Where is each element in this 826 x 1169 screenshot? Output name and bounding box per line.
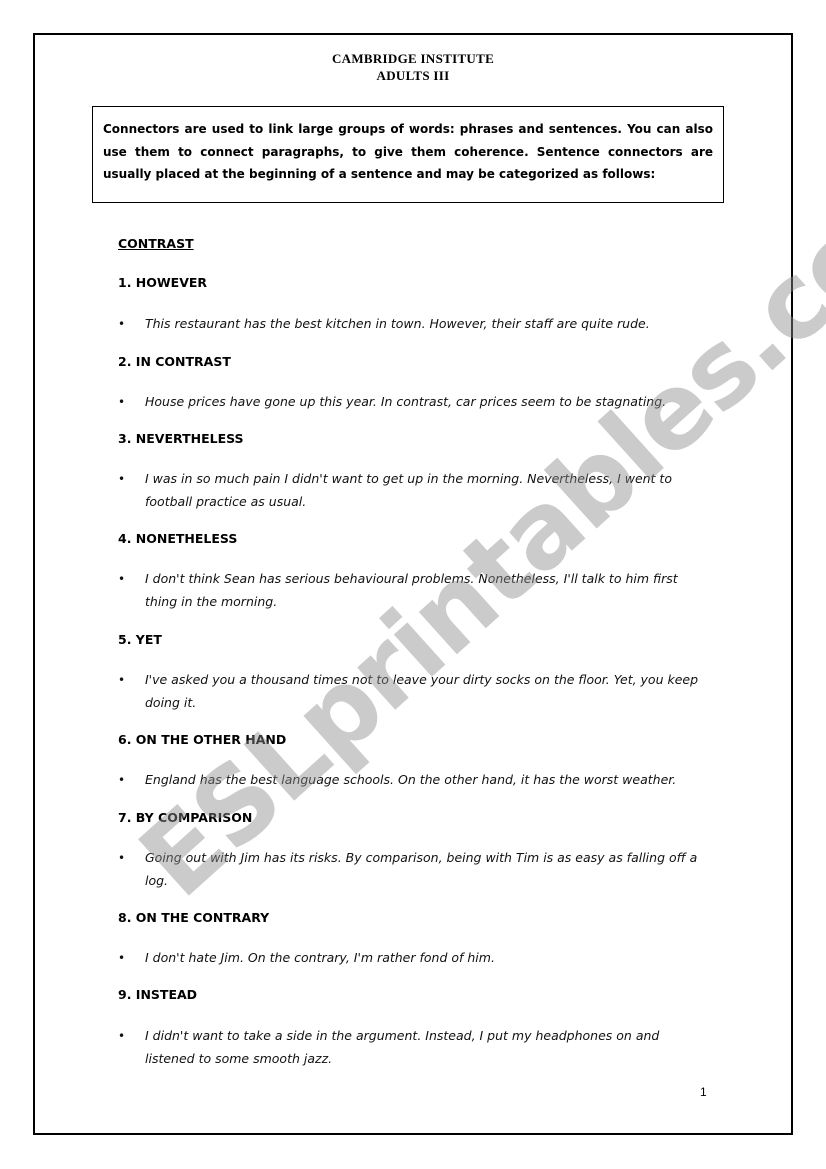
list-item: • This restaurant has the best kitchen i… bbox=[118, 313, 708, 336]
bullet-icon: • bbox=[118, 951, 126, 965]
bullet-icon: • bbox=[118, 317, 126, 331]
list-item: • I was in so much pain I didn't want to… bbox=[118, 468, 708, 513]
list-item: • England has the best language schools.… bbox=[118, 769, 708, 792]
example-sentence: This restaurant has the best kitchen in … bbox=[145, 316, 650, 331]
example-sentence: I was in so much pain I didn't want to g… bbox=[145, 471, 672, 509]
bullet-icon: • bbox=[118, 395, 126, 409]
bullet-icon: • bbox=[118, 673, 126, 687]
bullet-icon: • bbox=[118, 572, 126, 586]
bullet-icon: • bbox=[118, 1029, 126, 1043]
item-heading: 7. BY COMPARISON bbox=[118, 810, 253, 825]
bullet-icon: • bbox=[118, 472, 126, 486]
document-header-level: ADULTS III bbox=[376, 68, 450, 83]
item-heading: 8. ON THE CONTRARY bbox=[118, 910, 270, 925]
page-number: 1 bbox=[700, 1085, 707, 1099]
section-title: CONTRAST bbox=[118, 236, 194, 251]
example-sentence: England has the best language schools. O… bbox=[145, 772, 677, 787]
bullet-icon: • bbox=[118, 773, 126, 787]
intro-box: Connectors are used to link large groups… bbox=[92, 106, 724, 203]
item-heading: 5. YET bbox=[118, 632, 162, 647]
example-sentence: Going out with Jim has its risks. By com… bbox=[145, 850, 698, 888]
item-heading: 3. NEVERTHELESS bbox=[118, 431, 244, 446]
intro-text: Connectors are used to link large groups… bbox=[103, 122, 713, 181]
list-item: • Going out with Jim has its risks. By c… bbox=[118, 847, 708, 892]
bullet-icon: • bbox=[118, 851, 126, 865]
item-heading: 1. HOWEVER bbox=[118, 275, 208, 290]
list-item: • I don't think Sean has serious behavio… bbox=[118, 568, 708, 613]
document-header-institute: CAMBRIDGE INSTITUTE bbox=[331, 51, 495, 66]
example-sentence: I didn't want to take a side in the argu… bbox=[145, 1028, 660, 1066]
item-heading: 6. ON THE OTHER HAND bbox=[118, 732, 287, 747]
list-item: • I don't hate Jim. On the contrary, I'm… bbox=[118, 947, 708, 970]
item-heading: 9. INSTEAD bbox=[118, 987, 198, 1002]
example-sentence: I've asked you a thousand times not to l… bbox=[145, 672, 699, 710]
list-item: • I've asked you a thousand times not to… bbox=[118, 669, 708, 714]
item-heading: 2. IN CONTRAST bbox=[118, 354, 231, 369]
example-sentence: I don't think Sean has serious behaviour… bbox=[145, 571, 678, 609]
example-sentence: I don't hate Jim. On the contrary, I'm r… bbox=[145, 950, 495, 965]
item-heading: 4. NONETHELESS bbox=[118, 531, 238, 546]
example-sentence: House prices have gone up this year. In … bbox=[145, 394, 667, 409]
list-item: • House prices have gone up this year. I… bbox=[118, 391, 708, 414]
list-item: • I didn't want to take a side in the ar… bbox=[118, 1025, 708, 1070]
